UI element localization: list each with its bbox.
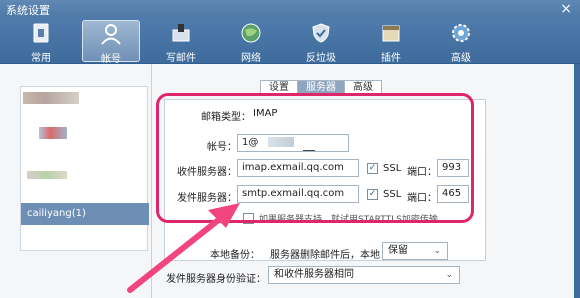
settings-window: 系统设置 × 常用 帐号 写邮件 网络 反垃圾 插件 高级 cailiyang(… <box>0 0 580 298</box>
pointer-arrow-annotation <box>127 203 240 293</box>
